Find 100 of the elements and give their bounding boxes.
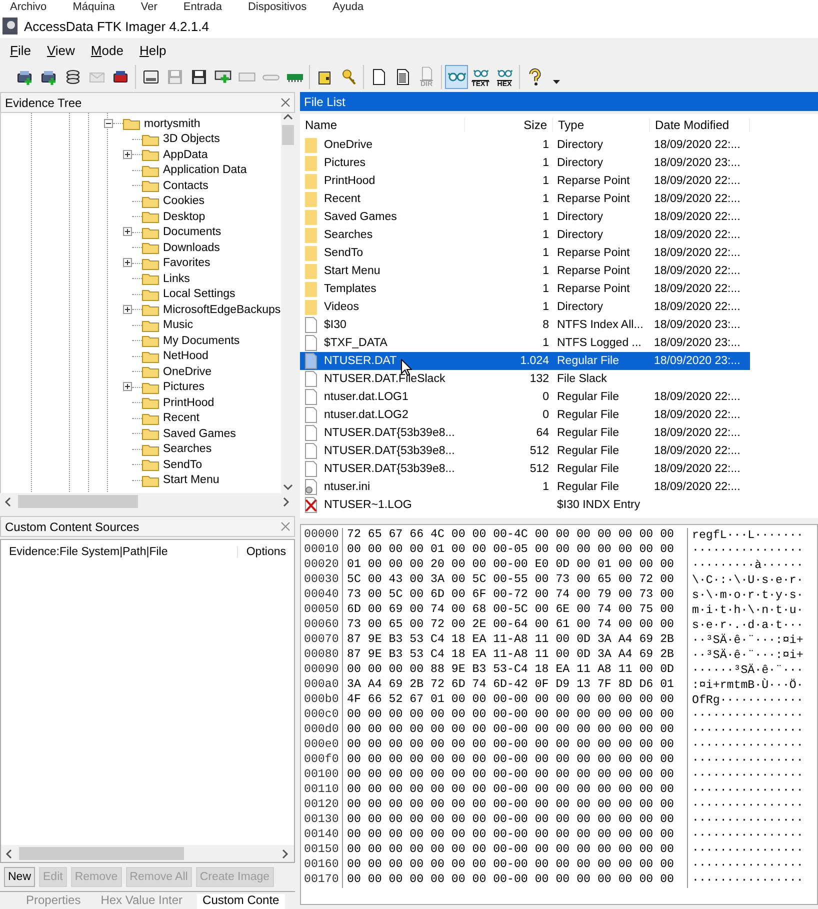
host-menu-item[interactable]: Máquina (72, 1, 115, 13)
table-cell-text: Videos (323, 301, 360, 313)
column-header[interactable]: Date Modified (650, 118, 750, 132)
tree-item[interactable]: Application Data (163, 164, 247, 176)
hex-ascii: ················ (691, 874, 804, 887)
table-cell-text: 18/09/2020 22:... (653, 391, 742, 403)
menu-item[interactable]: Help (133, 40, 172, 60)
menu-item[interactable]: File (4, 40, 37, 60)
table-row[interactable]: NTUSER.DAT{53b39e8... 512 Regular File 18/09/2020 22:... (300, 442, 750, 460)
expand-icon[interactable] (123, 304, 132, 314)
column-header[interactable]: Type (553, 118, 650, 132)
table-cell-text: 18/09/2020 22:... (653, 409, 742, 421)
table-row[interactable]: NTUSER.DAT{53b39e8... 64 Regular File 18/09/2020 22:... (300, 424, 750, 442)
table-cell-text: Directory (556, 157, 604, 169)
table-cell-text: Saved Games (323, 211, 398, 223)
dropdown-caret-icon[interactable] (553, 80, 560, 84)
expand-icon[interactable] (123, 150, 132, 159)
tree-item[interactable]: SendTo (163, 458, 202, 471)
tree-item[interactable]: OneDrive (163, 366, 212, 378)
column-header[interactable]: Options (237, 546, 294, 558)
table-row[interactable]: OneDrive 1 Directory 18/09/2020 22:... (300, 136, 750, 154)
table-cell-text: Reparse Point (556, 283, 631, 295)
table-cell-text: Directory (556, 301, 604, 313)
table-cell-text: 18/09/2020 22:... (653, 139, 742, 151)
table-row[interactable]: $TXF_DATA 1 NTFS Logged ... 18/09/2020 23:... (300, 334, 750, 352)
table-row[interactable]: ntuser.dat.LOG2 0 Regular File 18/09/2020 22:... (300, 406, 750, 424)
folder-icon (142, 179, 159, 192)
hex-bytes: 00 00 00 00 00 00 00 00-00 00 00 00 00 00 00 00 (343, 813, 688, 828)
hex-ascii: ················ (691, 754, 804, 767)
scroll-right-icon[interactable] (281, 496, 291, 506)
collapse-icon[interactable] (104, 118, 113, 128)
hex-offset: 000d0 (301, 723, 343, 738)
scrollbar-thumb[interactable] (282, 125, 294, 145)
hex-ascii: ················ (691, 724, 804, 737)
table-cell-text: Start Menu (323, 265, 382, 277)
tree-item[interactable]: Music (163, 319, 194, 332)
pane-title: Custom Content Sources (5, 520, 140, 534)
table-row[interactable]: ntuser.ini 1 Regular File 18/09/2020 22:... (300, 478, 750, 496)
tree-item[interactable]: Recent (163, 412, 200, 424)
tree-item[interactable]: Searches (163, 443, 212, 456)
table-row[interactable]: SendTo 1 Reparse Point 18/09/2020 22:... (300, 244, 750, 262)
table-row[interactable]: Saved Games 1 Directory 18/09/2020 22:... (300, 208, 750, 226)
slot-icon (262, 74, 280, 80)
folder-icon (305, 173, 317, 189)
close-icon[interactable] (281, 98, 290, 107)
tree-item[interactable]: Downloads (163, 242, 220, 254)
table-row[interactable]: NTUSER.DAT.FileSlack 132 File Slack (300, 370, 750, 388)
table-row[interactable]: Pictures 1 Directory 18/09/2020 23:... (300, 154, 750, 172)
host-menu-item[interactable]: Entrada (183, 1, 222, 13)
close-icon[interactable] (281, 522, 290, 531)
tree-item[interactable]: Documents (163, 226, 222, 238)
scroll-right-icon[interactable] (280, 848, 290, 858)
tree-item[interactable]: Saved Games (163, 428, 236, 440)
tree-item[interactable]: 3D Objects (163, 133, 220, 146)
tree-item[interactable]: Start Menu (163, 474, 220, 486)
expand-icon[interactable] (123, 382, 132, 392)
tree-item[interactable]: Cookies (163, 195, 205, 208)
tree-item[interactable]: MicrosoftEdgeBackups (163, 304, 281, 316)
host-menu-item[interactable]: Dispositivos (248, 1, 307, 13)
scrollbar-thumb[interactable] (18, 495, 138, 508)
tree-item[interactable]: Links (163, 272, 190, 285)
tree-item[interactable]: Local Settings (163, 288, 236, 300)
tree-item[interactable]: PrintHood (163, 396, 214, 409)
tree-item[interactable]: NetHood (163, 350, 208, 362)
tree-item[interactable]: Contacts (163, 180, 208, 192)
column-header[interactable]: Size (465, 118, 553, 132)
tree-item[interactable]: Desktop (163, 210, 206, 223)
table-row[interactable]: PrintHood 1 Reparse Point 18/09/2020 22:... (300, 172, 750, 190)
table-row[interactable]: Videos 1 Directory 18/09/2020 22:... (300, 298, 750, 316)
tree-item[interactable]: My Documents (163, 334, 240, 347)
column-header[interactable]: Evidence:File System|Path|File (1, 546, 238, 558)
table-cell-text: 18/09/2020 22:... (653, 301, 742, 313)
table-row[interactable]: ntuser.dat.LOG1 0 Regular File 18/09/2020 22:... (300, 388, 750, 406)
table-row[interactable]: NTUSER~1.LOG $I30 INDX Entry (300, 496, 750, 514)
menu-item[interactable]: View (40, 40, 81, 60)
tree-item[interactable]: Pictures (163, 381, 205, 394)
tree-item[interactable]: mortysmith (144, 118, 200, 130)
expand-icon[interactable] (123, 258, 132, 268)
table-row[interactable]: NTUSER.DAT{53b39e8... 512 Regular File 18/09/2020 22:... (300, 460, 750, 478)
scroll-down-icon[interactable] (282, 483, 293, 493)
tree-item[interactable]: AppData (163, 148, 208, 161)
table-row[interactable]: Start Menu 1 Reparse Point 18/09/2020 22:... (300, 262, 750, 280)
table-row[interactable]: Templates 1 Reparse Point 18/09/2020 22:... (300, 280, 750, 298)
host-menu-item[interactable]: Archivo (10, 1, 47, 13)
table-cell-text: 1 (542, 229, 550, 241)
expand-icon[interactable] (123, 227, 132, 236)
scrollbar-thumb[interactable] (19, 847, 184, 860)
table-row[interactable]: Recent 1 Reparse Point 18/09/2020 22:... (300, 190, 750, 208)
table-row[interactable]: Searches 1 Directory 18/09/2020 22:... (300, 226, 750, 244)
horizontal-scrollbar[interactable] (1, 845, 294, 862)
tree-item[interactable]: Favorites (163, 257, 210, 270)
button[interactable]: New (4, 867, 36, 887)
tab[interactable]: Custom Conte (196, 894, 286, 909)
menu-item[interactable]: Mode (84, 40, 130, 60)
host-menu-item[interactable]: Ayuda (332, 1, 364, 13)
table-row[interactable]: $I30 8 NTFS Index All... 18/09/2020 23:... (300, 316, 750, 334)
pane-title: Evidence Tree (5, 96, 82, 110)
column-header[interactable]: Name (300, 118, 465, 132)
host-menu-item[interactable]: Ver (140, 1, 158, 13)
table-cell-text: File Slack (556, 373, 608, 385)
